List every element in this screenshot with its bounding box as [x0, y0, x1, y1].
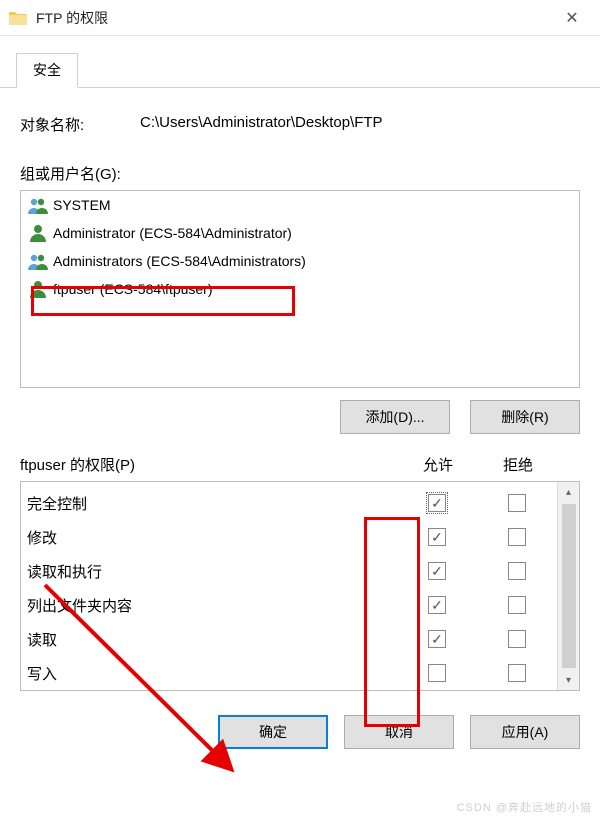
allow-checkbox[interactable]: [428, 562, 446, 580]
permission-name: 读取: [27, 629, 397, 650]
list-item[interactable]: Administrator (ECS-584\Administrator): [21, 219, 579, 247]
user-icon: [27, 278, 49, 300]
permission-name: 读取和执行: [27, 561, 397, 582]
list-item[interactable]: Administrators (ECS-584\Administrators): [21, 247, 579, 275]
permissions-list: 完全控制修改读取和执行列出文件夹内容读取写入: [21, 482, 557, 690]
remove-button[interactable]: 删除(R): [470, 400, 580, 434]
scroll-thumb[interactable]: [562, 504, 576, 668]
deny-checkbox[interactable]: [508, 596, 526, 614]
allow-checkbox[interactable]: [428, 596, 446, 614]
object-name-row: 对象名称: C:\Users\Administrator\Desktop\FTP: [20, 114, 580, 135]
deny-checkbox[interactable]: [508, 664, 526, 682]
permission-row: 读取和执行: [27, 554, 557, 588]
scroll-up[interactable]: ▴: [558, 482, 579, 502]
group-icon: [27, 250, 49, 272]
permissions-header: ftpuser 的权限(P) 允许 拒绝: [20, 454, 580, 475]
permission-name: 完全控制: [27, 493, 397, 514]
add-button[interactable]: 添加(D)...: [340, 400, 450, 434]
dialog-content: 对象名称: C:\Users\Administrator\Desktop\FTP…: [0, 88, 600, 699]
allow-checkbox[interactable]: [428, 630, 446, 648]
dialog-buttons: 确定 取消 应用(A): [0, 699, 600, 765]
deny-checkbox[interactable]: [508, 528, 526, 546]
list-item-label: Administrators (ECS-584\Administrators): [53, 253, 306, 269]
group-buttons-row: 添加(D)... 删除(R): [20, 400, 580, 434]
permission-row: 列出文件夹内容: [27, 588, 557, 622]
permission-name: 修改: [27, 527, 397, 548]
col-deny-header: 拒绝: [478, 454, 558, 475]
permission-row: 修改: [27, 520, 557, 554]
apply-button[interactable]: 应用(A): [470, 715, 580, 749]
window-title: FTP 的权限: [36, 8, 552, 28]
titlebar: FTP 的权限 ✕: [0, 0, 600, 36]
allow-checkbox[interactable]: [428, 494, 446, 512]
deny-checkbox[interactable]: [508, 630, 526, 648]
scroll-down[interactable]: ▾: [558, 670, 579, 690]
tab-strip: 安全: [0, 36, 600, 88]
permissions-label: ftpuser 的权限(P): [20, 454, 398, 475]
object-name-label: 对象名称:: [20, 114, 140, 135]
groups-label: 组或用户名(G):: [20, 163, 580, 184]
permissions-box: 完全控制修改读取和执行列出文件夹内容读取写入 ▴ ▾: [20, 481, 580, 691]
close-button[interactable]: ✕: [552, 3, 592, 33]
folder-icon: [8, 10, 28, 26]
groups-listbox[interactable]: SYSTEM Administrator (ECS-584\Administrat…: [20, 190, 580, 388]
deny-checkbox[interactable]: [508, 562, 526, 580]
group-icon: [27, 194, 49, 216]
list-item[interactable]: SYSTEM: [21, 191, 579, 219]
permission-row: 完全控制: [27, 486, 557, 520]
permission-row: 读取: [27, 622, 557, 656]
list-item-label: SYSTEM: [53, 197, 111, 213]
watermark: CSDN @奔赴远地的小猫: [457, 799, 592, 815]
permission-name: 写入: [27, 663, 397, 684]
permission-row: 写入: [27, 656, 557, 690]
cancel-button[interactable]: 取消: [344, 715, 454, 749]
deny-checkbox[interactable]: [508, 494, 526, 512]
col-allow-header: 允许: [398, 454, 478, 475]
list-item-label: Administrator (ECS-584\Administrator): [53, 225, 292, 241]
allow-checkbox[interactable]: [428, 528, 446, 546]
user-icon: [27, 222, 49, 244]
list-item-label: ftpuser (ECS-584\ftpuser): [53, 281, 213, 297]
allow-checkbox[interactable]: [428, 664, 446, 682]
object-name-value: C:\Users\Administrator\Desktop\FTP: [140, 114, 580, 135]
ok-button[interactable]: 确定: [218, 715, 328, 749]
list-item[interactable]: ftpuser (ECS-584\ftpuser): [21, 275, 579, 303]
permission-name: 列出文件夹内容: [27, 595, 397, 616]
tab-security[interactable]: 安全: [16, 53, 78, 88]
scrollbar[interactable]: ▴ ▾: [557, 482, 579, 690]
